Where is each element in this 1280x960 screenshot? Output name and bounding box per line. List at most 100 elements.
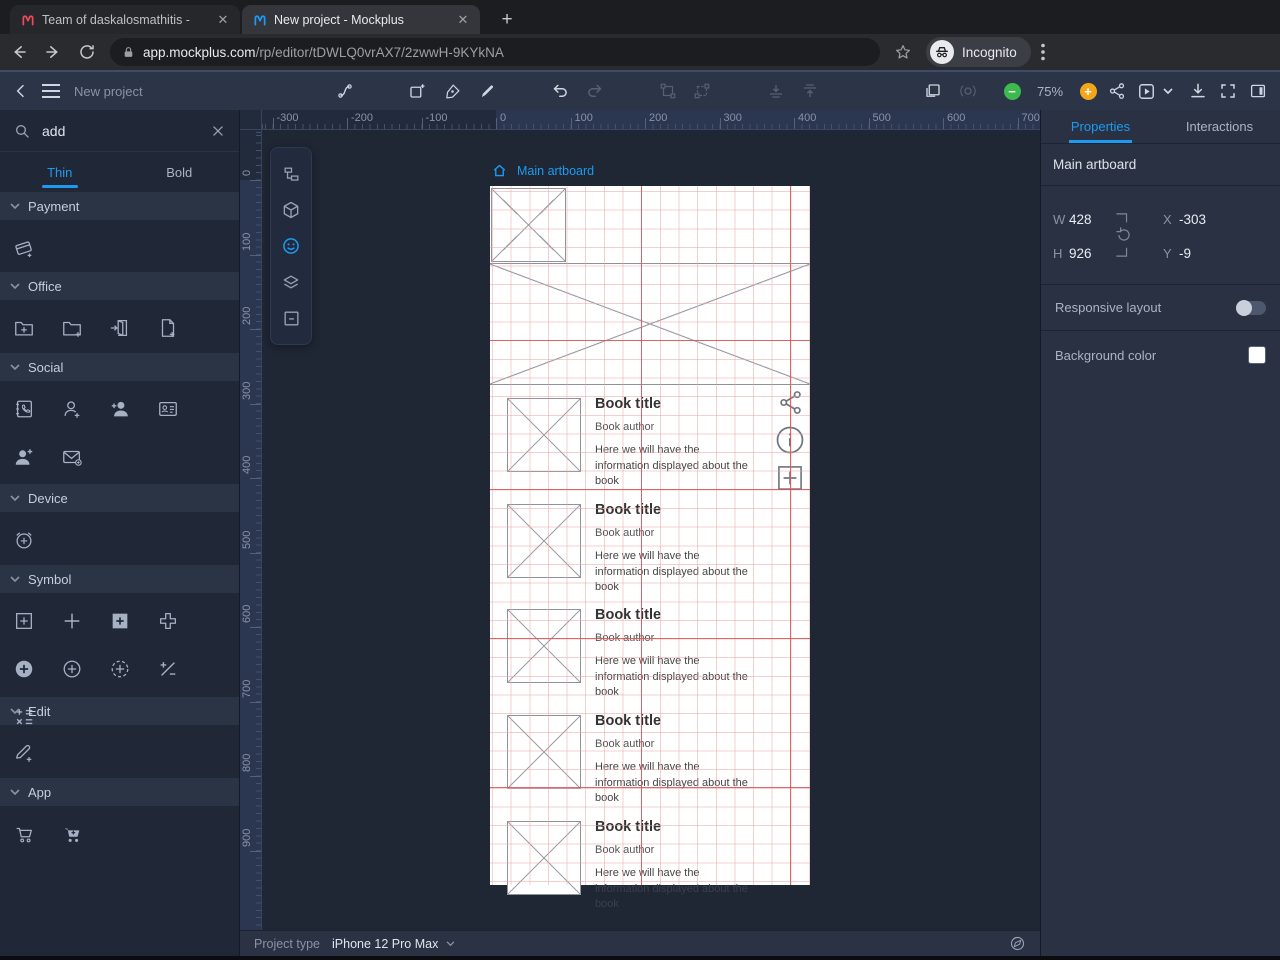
panel-toggle-icon[interactable] (1245, 72, 1271, 110)
undo-icon[interactable] (547, 72, 573, 110)
y-field[interactable]: -9 (1179, 246, 1231, 261)
main-menu-icon[interactable] (38, 72, 64, 110)
x-field[interactable]: -303 (1179, 212, 1231, 227)
distribute-up-icon[interactable] (797, 72, 823, 110)
door-enter-icon[interactable] (96, 304, 144, 352)
alarm-add-icon[interactable] (0, 516, 48, 564)
reload-icon[interactable] (72, 38, 102, 66)
book-cover-placeholder[interactable] (507, 821, 581, 895)
kebab-menu-icon[interactable] (1040, 43, 1065, 61)
pencil-icon[interactable] (474, 72, 500, 110)
section-icons-social (0, 381, 239, 484)
new-tab-icon[interactable]: + (494, 8, 520, 32)
distribute-down-icon[interactable] (763, 72, 789, 110)
forward-icon[interactable] (38, 38, 68, 66)
book-list-item[interactable]: Book title Book author Here we will have… (490, 396, 810, 498)
plus-circle-dashed-icon[interactable] (96, 645, 144, 693)
tab-interactions[interactable]: Interactions (1160, 110, 1279, 143)
file-add-icon[interactable] (144, 304, 192, 352)
close-icon[interactable]: ✕ (214, 11, 232, 29)
layers-icon[interactable] (277, 268, 305, 296)
plus-square-filled-icon[interactable] (96, 597, 144, 645)
target-icon[interactable] (955, 72, 981, 110)
book-cover-placeholder[interactable] (507, 609, 581, 683)
zoom-out-button[interactable]: − (1003, 72, 1021, 110)
info-icon[interactable] (775, 425, 805, 455)
browser-tab-new-project[interactable]: New project - Mockplus ✕ (242, 5, 480, 34)
book-list-item[interactable]: Book title Book author Here we will have… (490, 713, 810, 815)
pencil-add-icon[interactable] (0, 729, 48, 777)
plus-circle-filled-icon[interactable] (0, 645, 48, 693)
fullscreen-icon[interactable] (1215, 72, 1241, 110)
mail-add-icon[interactable] (48, 433, 96, 481)
plus-outline-icon[interactable] (144, 597, 192, 645)
book-cover-placeholder[interactable] (507, 715, 581, 789)
project-type-value[interactable]: iPhone 12 Pro Max (332, 937, 438, 951)
tab-thin[interactable]: Thin (0, 152, 120, 192)
preview-icon[interactable] (1133, 72, 1159, 110)
new-artboard-icon[interactable] (404, 72, 430, 110)
plus-icon[interactable] (48, 597, 96, 645)
responsive-layout-toggle[interactable] (1236, 299, 1266, 316)
image-placeholder-wide[interactable] (490, 263, 810, 385)
book-cover-placeholder[interactable] (507, 504, 581, 578)
download-icon[interactable] (1185, 72, 1211, 110)
browser-tab-team[interactable]: Team of daskalosmathitis - ✕ (10, 5, 240, 34)
section-header-app[interactable]: App (0, 778, 239, 806)
book-list-item[interactable]: Book title Book author Here we will have… (490, 502, 810, 604)
search-input[interactable]: add (42, 123, 211, 139)
star-icon[interactable] (894, 43, 912, 61)
address-card-icon[interactable] (144, 385, 192, 433)
frame-icon[interactable] (277, 304, 305, 332)
section-header-social[interactable]: Social (0, 353, 239, 381)
share-icon[interactable] (777, 389, 804, 416)
plus-square-outline-icon[interactable] (0, 597, 48, 645)
plus-minus-icon[interactable] (144, 645, 192, 693)
person-add-outline-icon[interactable] (48, 385, 96, 433)
card-add-icon[interactable] (0, 224, 48, 272)
structure-icon[interactable] (277, 160, 305, 188)
folder-add-icon[interactable] (0, 304, 48, 352)
group-icon[interactable] (655, 72, 681, 110)
connector-icon[interactable] (332, 72, 358, 110)
book-cover-placeholder[interactable] (507, 398, 581, 472)
cart-outline-icon[interactable] (0, 810, 48, 858)
icons-library-smiley-icon[interactable] (277, 232, 305, 260)
library-search[interactable]: add (0, 110, 239, 152)
ungroup-icon[interactable] (689, 72, 715, 110)
book-list-item[interactable]: Book title Book author Here we will have… (490, 607, 810, 709)
person-plus-filled-icon[interactable] (0, 433, 48, 481)
section-header-symbol[interactable]: Symbol (0, 565, 239, 593)
person-add-filled-icon[interactable] (96, 385, 144, 433)
aspect-link-icon[interactable] (1113, 202, 1135, 268)
address-bar[interactable]: app.mockplus.com/rp/editor/tDWLQ0vrAX7/2… (110, 38, 880, 66)
section-header-device[interactable]: Device (0, 484, 239, 512)
redo-icon[interactable] (581, 72, 607, 110)
contacts-book-icon[interactable] (0, 385, 48, 433)
pen-icon[interactable] (439, 72, 465, 110)
back-icon[interactable] (4, 38, 34, 66)
adaptive-view-icon[interactable] (1009, 935, 1026, 952)
tab-bold[interactable]: Bold (120, 152, 240, 192)
image-placeholder[interactable] (491, 188, 566, 262)
back-to-projects-icon[interactable] (8, 72, 34, 110)
artboard-label[interactable]: Main artboard (492, 163, 594, 178)
close-icon[interactable]: ✕ (454, 11, 472, 29)
clear-search-icon[interactable] (211, 124, 225, 138)
book-list-item[interactable]: Book title Book author Here we will have… (490, 819, 810, 921)
plus-circle-outline-icon[interactable] (48, 645, 96, 693)
cart-filled-icon[interactable] (48, 810, 96, 858)
add-icon[interactable] (776, 464, 804, 492)
zoom-in-button[interactable]: + (1079, 72, 1097, 110)
tab-properties[interactable]: Properties (1041, 110, 1160, 143)
preview-dropdown-chevron-icon[interactable] (1160, 72, 1176, 110)
duplicate-icon[interactable] (920, 72, 946, 110)
section-header-payment[interactable]: Payment (0, 192, 239, 220)
background-color-swatch[interactable] (1248, 346, 1266, 364)
section-header-office[interactable]: Office (0, 272, 239, 300)
chevron-down-icon[interactable] (446, 940, 455, 947)
component-cube-icon[interactable] (277, 196, 305, 224)
share-icon[interactable] (1104, 72, 1130, 110)
folder-add-alt-icon[interactable] (48, 304, 96, 352)
book-author: Book author (595, 632, 655, 644)
